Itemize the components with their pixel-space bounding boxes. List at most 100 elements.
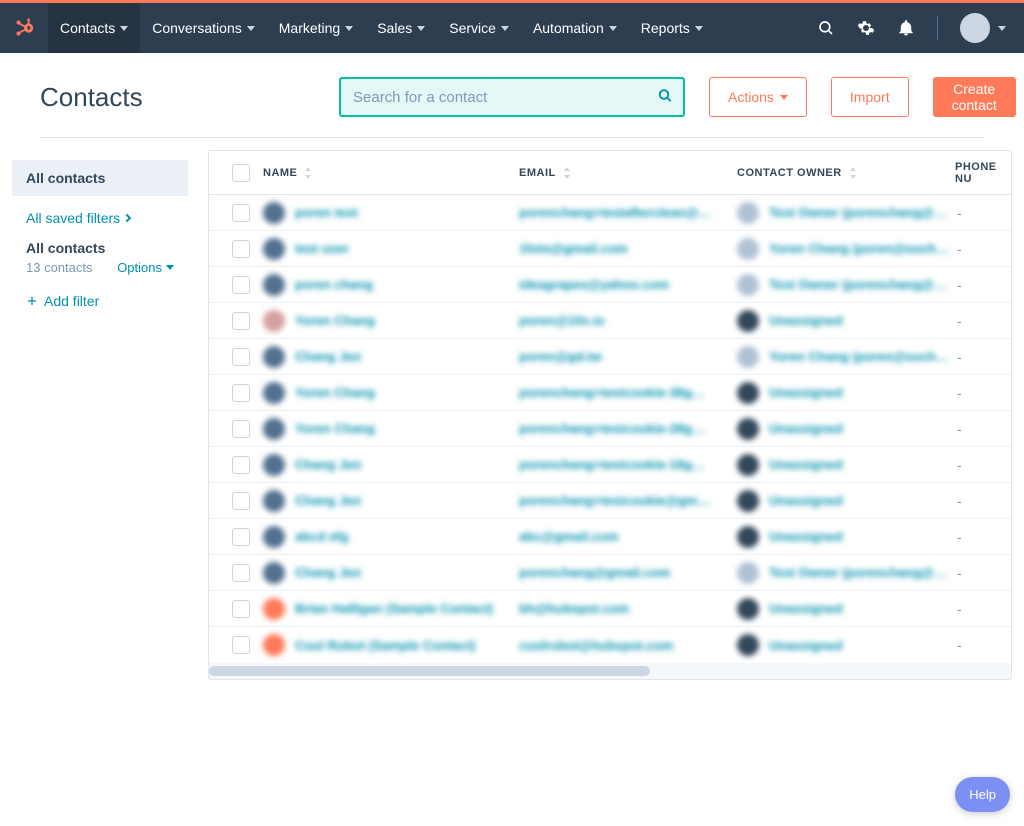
row-checkbox[interactable] — [232, 312, 250, 330]
contact-name-link[interactable]: Yoren Chang — [295, 313, 375, 328]
table-row[interactable]: poren chang ideagrapes@yahoo.com Test Owne… — [209, 267, 1011, 303]
owner-link[interactable]: Yoren Chang (poren@soch… — [769, 349, 949, 364]
contact-email-link[interactable]: porenchang@gmail.com — [519, 565, 670, 580]
table-row[interactable]: Brian Halligan (Sample Contact) bh@hubspo… — [209, 591, 1011, 627]
owner-link[interactable]: Unassigned — [769, 385, 843, 400]
contact-name-link[interactable]: Brian Halligan (Sample Contact) — [295, 601, 493, 616]
col-owner[interactable]: CONTACT OWNER — [737, 167, 955, 179]
chevron-down-icon — [501, 26, 509, 31]
nav-contacts[interactable]: Contacts — [48, 3, 140, 53]
owner-link[interactable]: Unassigned — [769, 529, 843, 544]
contact-name-link[interactable]: Chang Jen — [295, 493, 361, 508]
col-email[interactable]: EMAIL — [519, 167, 737, 179]
gear-icon[interactable] — [857, 19, 875, 37]
owner-link[interactable]: Unassigned — [769, 457, 843, 472]
owner-link[interactable]: Unassigned — [769, 601, 843, 616]
row-checkbox[interactable] — [232, 420, 250, 438]
contact-email-link[interactable]: poren@10x.io — [519, 313, 605, 328]
row-checkbox[interactable] — [232, 492, 250, 510]
owner-avatar — [737, 562, 759, 584]
row-checkbox[interactable] — [232, 384, 250, 402]
row-checkbox[interactable] — [232, 564, 250, 582]
contact-email-link[interactable]: bh@hubspot.com — [519, 601, 629, 616]
contact-email-link[interactable]: porenchang+testcookie-28g… — [519, 421, 705, 436]
owner-link[interactable]: Test Owner (porenchang@… — [769, 205, 947, 220]
contact-email-link[interactable]: porenchang+testcookie-38g… — [519, 385, 705, 400]
contact-email-link[interactable]: coolrobot@hubspot.com — [519, 638, 673, 653]
col-name[interactable]: NAME — [263, 167, 519, 179]
cell-email: abc@gmail.com — [519, 529, 737, 544]
scrollbar-thumb[interactable] — [209, 666, 650, 676]
table-row[interactable]: Cool Robot (Sample Contact) coolrobot@hub… — [209, 627, 1011, 663]
table-row[interactable]: test user 1foto@gmail.com Yoren Chang (por… — [209, 231, 1011, 267]
owner-link[interactable]: Test Owner (porenchang@… — [769, 277, 947, 292]
search-icon[interactable] — [657, 88, 673, 107]
search-icon[interactable] — [817, 19, 835, 37]
owner-link[interactable]: Unassigned — [769, 313, 843, 328]
owner-link[interactable]: Unassigned — [769, 638, 843, 653]
table-row[interactable]: abcd efgabc@gmail.comUnassigned- — [209, 519, 1011, 555]
options-link[interactable]: Options — [117, 260, 174, 275]
row-checkbox[interactable] — [232, 240, 250, 258]
owner-link[interactable]: Unassigned — [769, 421, 843, 436]
contact-name-link[interactable]: Yoren Chang — [295, 421, 375, 436]
owner-avatar — [737, 310, 759, 332]
contact-name-link[interactable]: Chang Jen — [295, 349, 361, 364]
contact-email-link[interactable]: 1foto@gmail.com — [519, 241, 628, 256]
contact-email-link[interactable]: porenchang+testcookie-18g… — [519, 457, 705, 472]
col-phone[interactable]: PHONE NU — [955, 161, 1001, 185]
table-row[interactable]: Yoren Changporen@10x.ioUnassigned- — [209, 303, 1011, 339]
contact-name-link[interactable]: poren chang — [295, 277, 373, 292]
table-row[interactable]: Chang Jen poren@gd.tw Yoren Chang (poren@s… — [209, 339, 1011, 375]
bell-icon[interactable] — [897, 19, 915, 37]
table-row[interactable]: Chang Jen porenchang+testcookie-18g… Unass… — [209, 447, 1011, 483]
table-row[interactable]: Yoren Chang porenchang+testcookie-28g… Una… — [209, 411, 1011, 447]
owner-link[interactable]: Unassigned — [769, 493, 843, 508]
contact-name-link[interactable]: Chang Jen — [295, 565, 361, 580]
contact-name-link[interactable]: Chang Jen — [295, 457, 361, 472]
row-checkbox[interactable] — [232, 636, 250, 654]
cell-owner: Unassigned — [737, 382, 955, 404]
select-all-checkbox[interactable] — [232, 164, 250, 182]
contact-email-link[interactable]: poren@gd.tw — [519, 349, 602, 364]
contact-email-link[interactable]: abc@gmail.com — [519, 529, 618, 544]
contact-name-link[interactable]: abcd efg — [295, 529, 348, 544]
row-checkbox[interactable] — [232, 528, 250, 546]
contact-name-link[interactable]: Yoren Chang — [295, 385, 375, 400]
contact-email-link[interactable]: porenchang+testcookie@gm… — [519, 493, 710, 508]
contact-name-link[interactable]: poren test — [295, 205, 358, 220]
sidebar-all-contacts[interactable]: All contacts — [12, 160, 188, 196]
row-checkbox[interactable] — [232, 600, 250, 618]
contact-email-link[interactable]: porenchang+testafterclean@… — [519, 205, 711, 220]
create-contact-button[interactable]: Create contact — [933, 77, 1016, 117]
owner-link[interactable]: Test Owner (porenchang@… — [769, 565, 947, 580]
contact-name-link[interactable]: test user — [295, 241, 349, 256]
import-button[interactable]: Import — [831, 77, 909, 117]
phone-value: - — [955, 205, 962, 221]
nav-reports[interactable]: Reports — [629, 3, 715, 53]
contact-email-link[interactable]: ideagrapes@yahoo.com — [519, 277, 669, 292]
help-button[interactable]: Help — [955, 777, 1010, 812]
add-filter-button[interactable]: Add filter — [12, 283, 188, 319]
owner-link[interactable]: Yoren Chang (poren@soch… — [769, 241, 949, 256]
nav-sales[interactable]: Sales — [365, 3, 437, 53]
row-checkbox[interactable] — [232, 204, 250, 222]
horizontal-scrollbar[interactable] — [209, 663, 1011, 679]
user-menu[interactable] — [960, 13, 1006, 43]
search-input[interactable] — [339, 77, 685, 117]
nav-service[interactable]: Service — [437, 3, 521, 53]
contact-name-link[interactable]: Cool Robot (Sample Contact) — [295, 638, 476, 653]
table-row[interactable]: poren test porenchang+testafterclean@… Tes… — [209, 195, 1011, 231]
row-checkbox[interactable] — [232, 276, 250, 294]
hubspot-logo[interactable] — [0, 3, 48, 53]
row-checkbox[interactable] — [232, 348, 250, 366]
nav-marketing[interactable]: Marketing — [267, 3, 365, 53]
row-checkbox[interactable] — [232, 456, 250, 474]
sidebar-saved-filters[interactable]: All saved filters — [12, 202, 188, 234]
nav-conversations[interactable]: Conversations — [140, 3, 267, 53]
actions-button[interactable]: Actions — [709, 77, 807, 117]
table-row[interactable]: Yoren Chang porenchang+testcookie-38g… Una… — [209, 375, 1011, 411]
nav-automation[interactable]: Automation — [521, 3, 629, 53]
table-row[interactable]: Chang Jen porenchang+testcookie@gm… Unassi… — [209, 483, 1011, 519]
table-row[interactable]: Chang Jen porenchang@gmail.com Test Owner … — [209, 555, 1011, 591]
